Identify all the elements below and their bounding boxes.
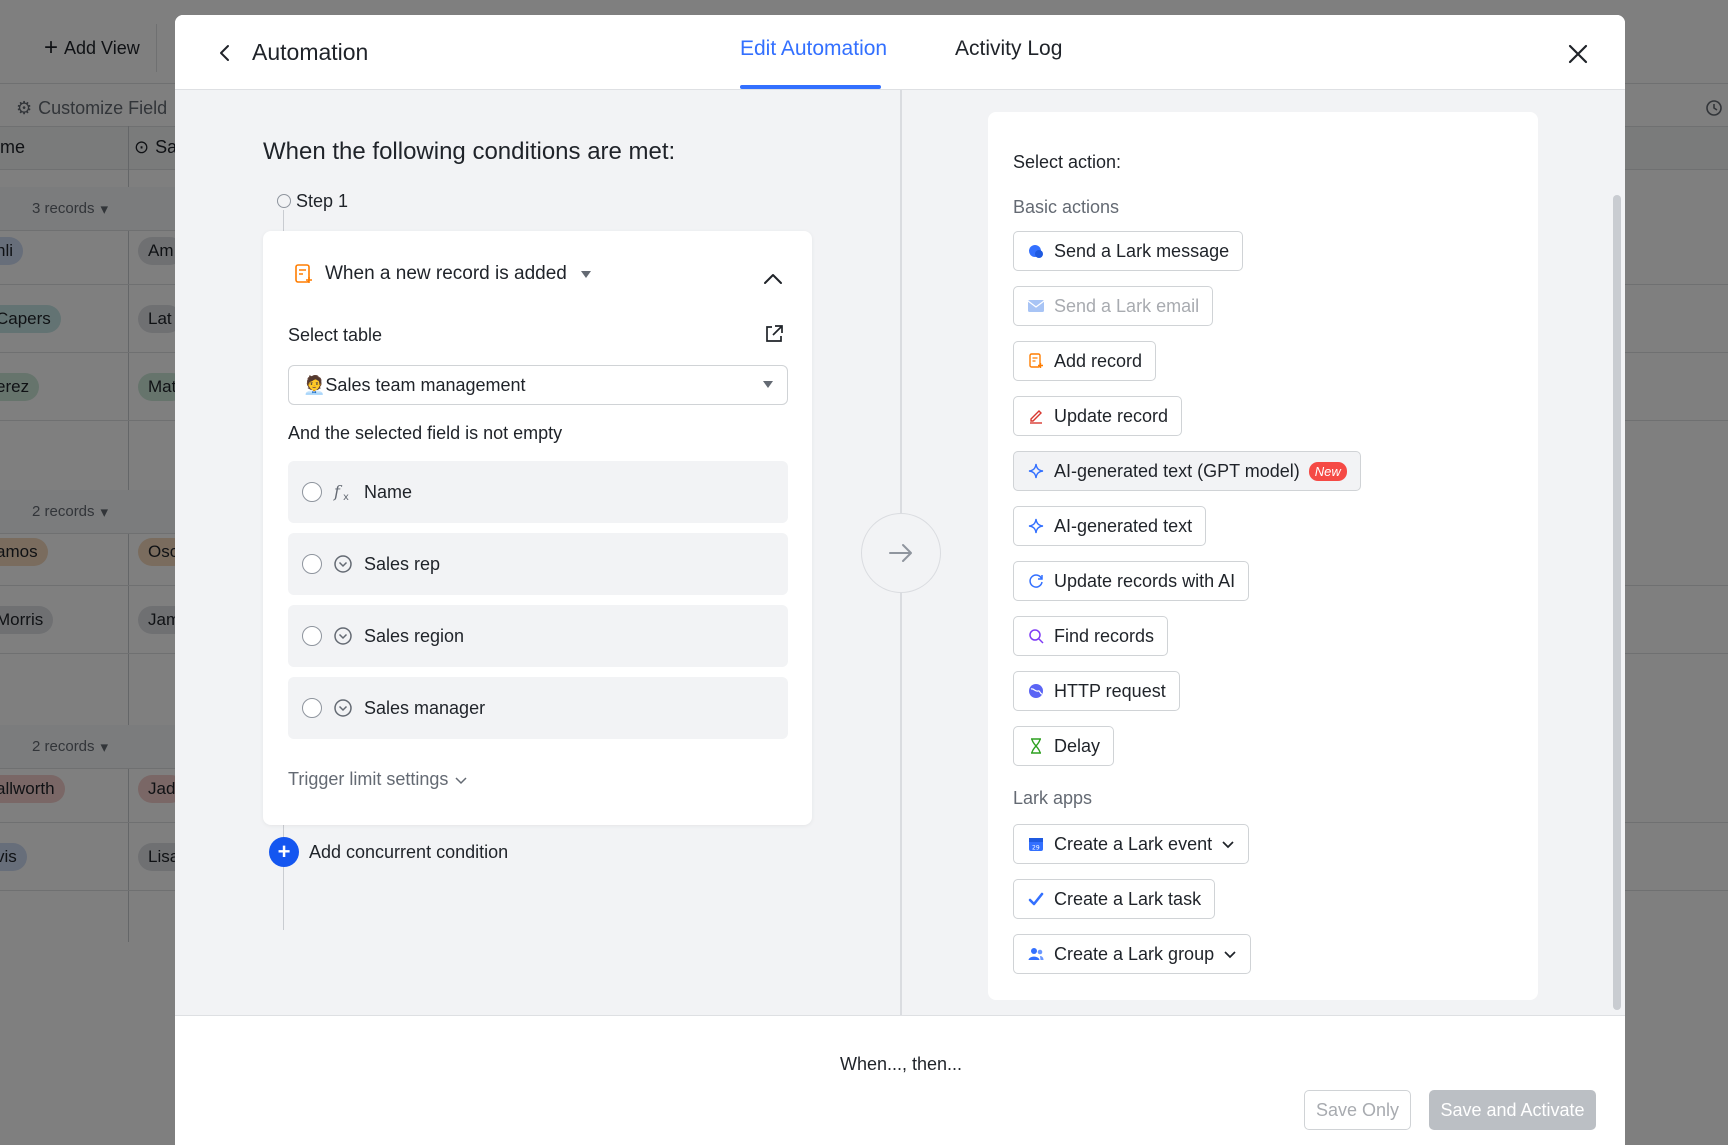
chevron-down-icon xyxy=(1222,841,1234,849)
new-badge: New xyxy=(1308,461,1347,481)
add-concurrent-condition-button[interactable]: + Add concurrent condition xyxy=(269,837,508,867)
back-button[interactable] xyxy=(209,37,241,69)
task-check-icon xyxy=(1027,890,1045,908)
caret-down-icon xyxy=(580,270,591,278)
select-action-label: Select action: xyxy=(1013,152,1122,172)
chevron-up-icon[interactable] xyxy=(761,267,785,291)
action-panel: Select action: Basic actions Send a Lark… xyxy=(988,112,1538,1000)
scrollbar[interactable] xyxy=(1613,195,1621,1010)
radio-button[interactable] xyxy=(302,626,322,646)
hourglass-icon xyxy=(1027,737,1045,755)
field-condition-label: And the selected field is not empty xyxy=(288,423,563,443)
svg-text:x: x xyxy=(343,492,349,503)
radio-button[interactable] xyxy=(302,554,322,574)
single-select-icon xyxy=(332,697,354,719)
save-and-activate-button[interactable]: Save and Activate xyxy=(1429,1090,1596,1130)
plus-icon: + xyxy=(269,837,299,867)
flow-summary: When..., then... xyxy=(840,1054,963,1074)
formula-icon: fx xyxy=(332,481,354,503)
modal-title: Automation xyxy=(252,39,369,65)
action-delay[interactable]: Delay xyxy=(1013,726,1115,766)
automation-modal: Automation Edit Automation Activity Log … xyxy=(175,15,1625,1145)
lark-message-icon xyxy=(1027,242,1045,260)
radio-button[interactable] xyxy=(302,482,322,502)
action-ai-generated-text[interactable]: AI-generated text xyxy=(1013,506,1207,546)
close-button[interactable] xyxy=(1561,37,1595,71)
action-http-request[interactable]: HTTP request xyxy=(1013,671,1180,711)
save-only-button[interactable]: Save Only xyxy=(1304,1090,1411,1130)
modal-header: Automation Edit Automation Activity Log xyxy=(175,15,1625,90)
modal-footer: When..., then... Save Only Save and Acti… xyxy=(175,1015,1625,1145)
active-tab-indicator xyxy=(740,85,881,89)
edit-icon xyxy=(1027,407,1045,425)
svg-text:29: 29 xyxy=(1032,845,1040,852)
caret-down-icon xyxy=(763,381,773,388)
search-icon xyxy=(1027,627,1045,645)
conditions-heading: When the following conditions are met: xyxy=(263,138,676,165)
svg-text:f: f xyxy=(333,482,343,501)
flow-arrow xyxy=(861,513,941,593)
table-emoji: 🧑‍💼 xyxy=(303,374,326,395)
action-create-lark-task[interactable]: Create a Lark task xyxy=(1013,879,1216,919)
add-record-icon xyxy=(1027,352,1045,370)
basic-actions-label: Basic actions xyxy=(1013,197,1120,217)
close-icon xyxy=(1568,44,1588,64)
external-link-icon[interactable] xyxy=(763,323,785,345)
select-table-label: Select table xyxy=(288,325,383,345)
single-select-icon xyxy=(332,553,354,575)
radio-button[interactable] xyxy=(302,698,322,718)
step-label: Step 1 xyxy=(296,191,349,211)
tab-edit-automation[interactable]: Edit Automation xyxy=(740,37,887,61)
lark-apps-label: Lark apps xyxy=(1013,788,1093,808)
action-send-lark-email[interactable]: Send a Lark email xyxy=(1013,286,1214,326)
step-dot xyxy=(277,194,291,208)
globe-icon xyxy=(1027,682,1045,700)
field-option-sales-rep[interactable]: Sales rep xyxy=(288,533,788,595)
chevron-down-icon xyxy=(455,776,467,784)
table-select-value: Sales team management xyxy=(325,374,526,395)
single-select-icon xyxy=(332,625,354,647)
action-ai-generated-text-gpt[interactable]: AI-generated text (GPT model) New xyxy=(1013,451,1361,491)
add-record-icon xyxy=(295,264,312,283)
table-select[interactable]: 🧑‍💼 Sales team management xyxy=(288,365,788,405)
refresh-icon xyxy=(1027,572,1045,590)
field-option-sales-manager[interactable]: Sales manager xyxy=(288,677,788,739)
group-icon xyxy=(1027,945,1045,963)
calendar-icon: 29 xyxy=(1027,835,1045,853)
action-create-lark-group[interactable]: Create a Lark group xyxy=(1013,934,1252,974)
tab-activity-log[interactable]: Activity Log xyxy=(955,37,1062,61)
trigger-type-dropdown[interactable]: When a new record is added xyxy=(293,263,591,285)
action-send-lark-message[interactable]: Send a Lark message xyxy=(1013,231,1244,271)
action-update-record[interactable]: Update record xyxy=(1013,396,1183,436)
trigger-limit-settings-toggle[interactable]: Trigger limit settings xyxy=(288,769,468,790)
action-find-records[interactable]: Find records xyxy=(1013,616,1169,656)
trigger-card: When a new record is added Select table … xyxy=(263,231,812,825)
arrow-right-icon xyxy=(889,544,912,562)
sparkle-icon xyxy=(1027,517,1045,535)
chevron-left-icon xyxy=(220,45,229,61)
sparkle-icon xyxy=(1027,462,1045,480)
chevron-down-icon xyxy=(1224,951,1236,959)
action-add-record[interactable]: Add record xyxy=(1013,341,1157,381)
field-option-name[interactable]: fx Name xyxy=(288,461,788,523)
action-create-lark-event[interactable]: 29 Create a Lark event xyxy=(1013,824,1250,864)
action-update-records-with-ai[interactable]: Update records with AI xyxy=(1013,561,1250,601)
email-icon xyxy=(1027,297,1045,315)
modal-body: When the following conditions are met: S… xyxy=(175,90,1625,1015)
field-option-sales-region[interactable]: Sales region xyxy=(288,605,788,667)
